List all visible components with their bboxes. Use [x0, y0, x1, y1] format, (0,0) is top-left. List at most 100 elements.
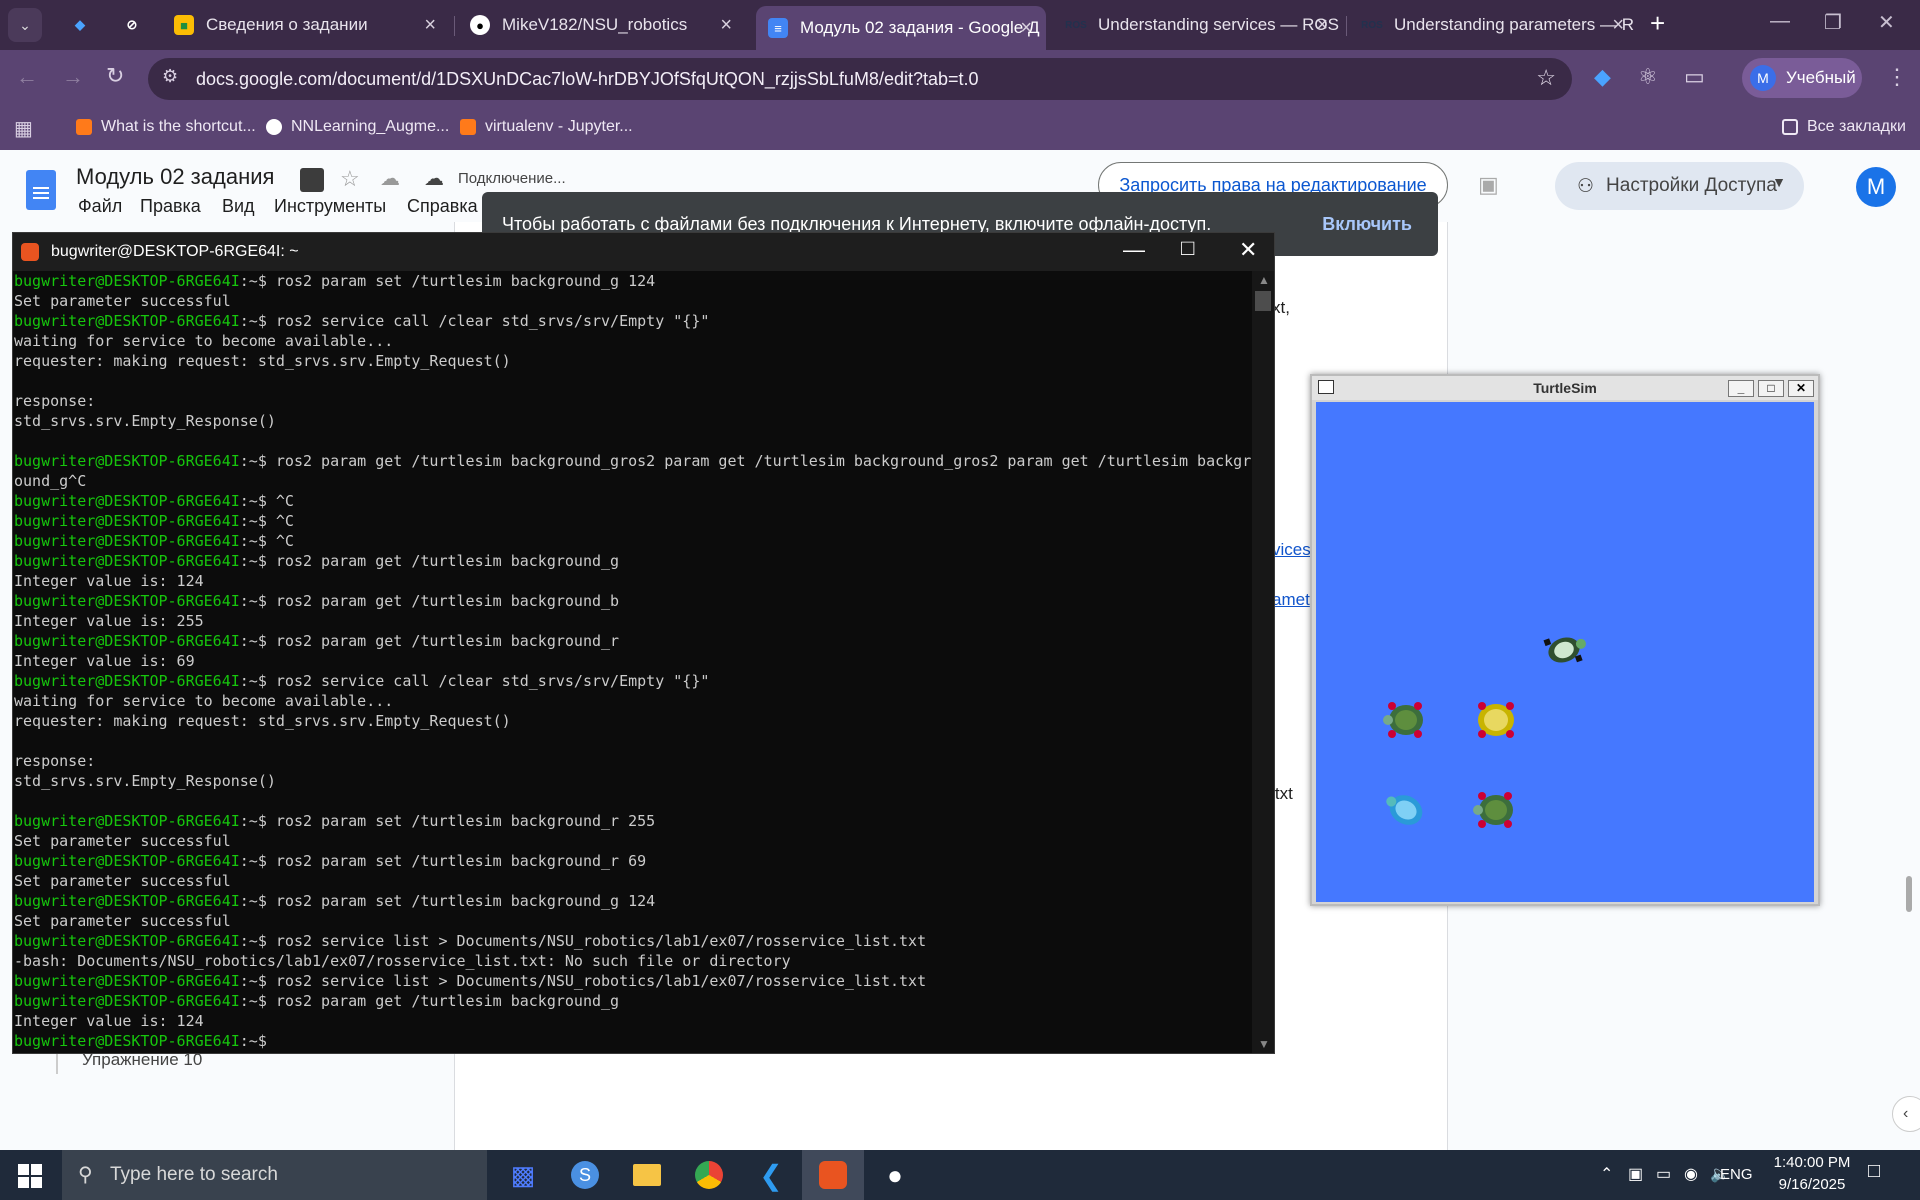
- chevron-up-icon[interactable]: ⌃: [1600, 1164, 1613, 1184]
- star-icon[interactable]: ☆: [340, 166, 360, 192]
- address-bar[interactable]: ⚙ docs.google.com/document/d/1DSXUnDCac7…: [148, 58, 1572, 100]
- star-icon[interactable]: ☆: [1536, 65, 1556, 91]
- turtlesim-canvas: [1316, 402, 1814, 902]
- menu-kebab-icon[interactable]: ⋮: [1886, 64, 1908, 90]
- taskbar-app[interactable]: [678, 1150, 740, 1200]
- bookmark-item[interactable]: NNLearning_Augme...: [266, 118, 449, 136]
- terminal-line: bugwriter@DESKTOP-6RGE64I:~$ ros2 param …: [14, 552, 620, 570]
- scroll-thumb[interactable]: [1255, 291, 1271, 311]
- turtlesim-titlebar[interactable]: TurtleSim _ □ ✕: [1312, 376, 1818, 400]
- docs-scrollbar[interactable]: [1906, 876, 1912, 912]
- close-icon[interactable]: ×: [1316, 14, 1328, 37]
- tab-classroom[interactable]: ■ Сведения о задании ×: [162, 8, 450, 42]
- close-icon[interactable]: ✕: [1239, 237, 1257, 263]
- react-extension-icon[interactable]: ⚛: [1638, 64, 1658, 90]
- close-icon[interactable]: ×: [424, 14, 436, 37]
- restore-icon[interactable]: ❐: [1824, 10, 1842, 35]
- shell-command: ros2 service list > Documents/NSU_roboti…: [275, 972, 927, 990]
- taskbar-app[interactable]: S: [554, 1150, 616, 1200]
- minimize-icon[interactable]: _: [1728, 380, 1754, 397]
- search-icon: ⚲: [78, 1164, 93, 1186]
- all-bookmarks[interactable]: Все закладки: [1782, 118, 1906, 136]
- minimize-icon[interactable]: —: [1770, 10, 1790, 33]
- site-info-icon[interactable]: ⚙: [162, 66, 178, 87]
- profile-button[interactable]: M Учебный: [1742, 58, 1862, 98]
- language-label[interactable]: ENG: [1720, 1166, 1753, 1183]
- close-icon[interactable]: ×: [1612, 14, 1624, 37]
- chevron-down-icon[interactable]: ▼: [1772, 174, 1786, 190]
- terminal-output[interactable]: bugwriter@DESKTOP-6RGE64I:~$ ros2 param …: [13, 271, 1253, 1053]
- menu-tools[interactable]: Инструменты: [274, 196, 386, 217]
- puzzle-icon[interactable]: ▭: [1684, 64, 1705, 90]
- terminal-line: response:: [14, 392, 96, 410]
- forward-icon[interactable]: →: [62, 64, 84, 90]
- meet-icon[interactable]: ▣: [1628, 1164, 1643, 1184]
- shell-command: ros2 param get /turtlesim background_g: [275, 992, 620, 1010]
- window-menu-icon[interactable]: [1318, 380, 1334, 394]
- battery-icon[interactable]: ▭: [1656, 1164, 1671, 1184]
- maximize-icon[interactable]: □: [1181, 235, 1194, 261]
- terminal-window[interactable]: bugwriter@DESKTOP-6RGE64I: ~ — □ ✕ bugwr…: [12, 232, 1275, 1054]
- minimize-icon[interactable]: —: [1123, 237, 1145, 263]
- notifications-icon[interactable]: □: [1868, 1160, 1880, 1183]
- taskbar-app[interactable]: [616, 1150, 678, 1200]
- taskbar-app[interactable]: ❮: [740, 1150, 802, 1200]
- new-tab-button[interactable]: +: [1650, 8, 1665, 39]
- terminal-line: std_srvs.srv.Empty_Response(): [14, 412, 276, 430]
- menu-edit[interactable]: Правка: [140, 196, 201, 217]
- terminal-line: Set parameter successful: [14, 912, 231, 930]
- taskbar-app[interactable]: [802, 1150, 864, 1200]
- move-to-drive-icon[interactable]: [300, 168, 324, 192]
- gem-extension-icon[interactable]: ◆: [1594, 64, 1611, 90]
- tab-docs[interactable]: ≡ Модуль 02 задания - Google Д ×: [756, 6, 1046, 50]
- docs-logo-icon[interactable]: [26, 170, 56, 210]
- taskbar-search[interactable]: ⚲ Type here to search: [62, 1150, 487, 1200]
- reload-icon[interactable]: ↻: [106, 63, 124, 89]
- terminal-line: Integer value is: 124: [14, 572, 204, 590]
- share-button[interactable]: ⚇ Настройки Доступа ▼: [1555, 162, 1804, 210]
- side-panel-toggle[interactable]: ‹: [1892, 1096, 1920, 1132]
- tab-pinned-other[interactable]: ⊘: [110, 8, 146, 42]
- avatar[interactable]: M: [1856, 167, 1896, 207]
- close-icon[interactable]: ✕: [1788, 380, 1814, 397]
- doc-link-fragment[interactable]: amet: [1272, 590, 1310, 610]
- close-icon[interactable]: ×: [1020, 17, 1032, 40]
- scroll-down-icon[interactable]: ▼: [1258, 1037, 1270, 1051]
- menu-help[interactable]: Справка: [407, 196, 478, 217]
- shell-prompt: bugwriter@DESKTOP-6RGE64I: [14, 452, 240, 470]
- close-window-icon[interactable]: ✕: [1878, 10, 1895, 35]
- terminal-line: waiting for service to become available.…: [14, 332, 394, 350]
- scroll-up-icon[interactable]: ▲: [1258, 273, 1270, 287]
- linux-icon: ●: [887, 1159, 903, 1190]
- apps-grid-icon[interactable]: ▦: [14, 116, 33, 141]
- document-title[interactable]: Модуль 02 задания: [76, 164, 274, 190]
- menu-file[interactable]: Файл: [78, 196, 122, 217]
- shell-prompt: bugwriter@DESKTOP-6RGE64I: [14, 672, 240, 690]
- shell-prompt: bugwriter@DESKTOP-6RGE64I: [14, 312, 240, 330]
- taskbar-app[interactable]: ●: [864, 1150, 926, 1200]
- tab-search-button[interactable]: ⌄: [8, 8, 42, 42]
- bookmark-item[interactable]: What is the shortcut...: [76, 118, 256, 136]
- tab-ros-parameters[interactable]: ROS Understanding parameters — R ×: [1350, 8, 1638, 42]
- doc-link-fragment[interactable]: vices: [1272, 540, 1311, 560]
- terminal-titlebar[interactable]: bugwriter@DESKTOP-6RGE64I: ~ — □ ✕: [13, 233, 1274, 271]
- terminal-scrollbar[interactable]: ▲ ▼: [1252, 271, 1274, 1053]
- bookmark-item[interactable]: virtualenv - Jupyter...: [460, 118, 633, 136]
- tab-github[interactable]: ● MikeV182/NSU_robotics ×: [458, 8, 746, 42]
- shell-command: ros2 param set /turtlesim background_r 6…: [275, 852, 647, 870]
- back-icon[interactable]: ←: [16, 64, 38, 90]
- wifi-icon[interactable]: ◉: [1684, 1164, 1698, 1184]
- meet-icon[interactable]: ▣: [1478, 172, 1499, 198]
- clock[interactable]: 1:40:00 PM 9/16/2025: [1764, 1152, 1860, 1196]
- maximize-icon[interactable]: □: [1758, 380, 1784, 397]
- start-button[interactable]: [18, 1164, 42, 1188]
- turtlesim-window[interactable]: TurtleSim _ □ ✕: [1310, 374, 1820, 906]
- close-icon[interactable]: ×: [720, 14, 732, 37]
- enable-offline-button[interactable]: Включить: [1322, 214, 1412, 235]
- taskbar-app[interactable]: ▩: [492, 1150, 554, 1200]
- tab-ros-services[interactable]: ROS Understanding services — ROS ×: [1054, 8, 1342, 42]
- menu-view[interactable]: Вид: [222, 196, 255, 217]
- tab-pinned-gem[interactable]: ◆: [58, 8, 94, 42]
